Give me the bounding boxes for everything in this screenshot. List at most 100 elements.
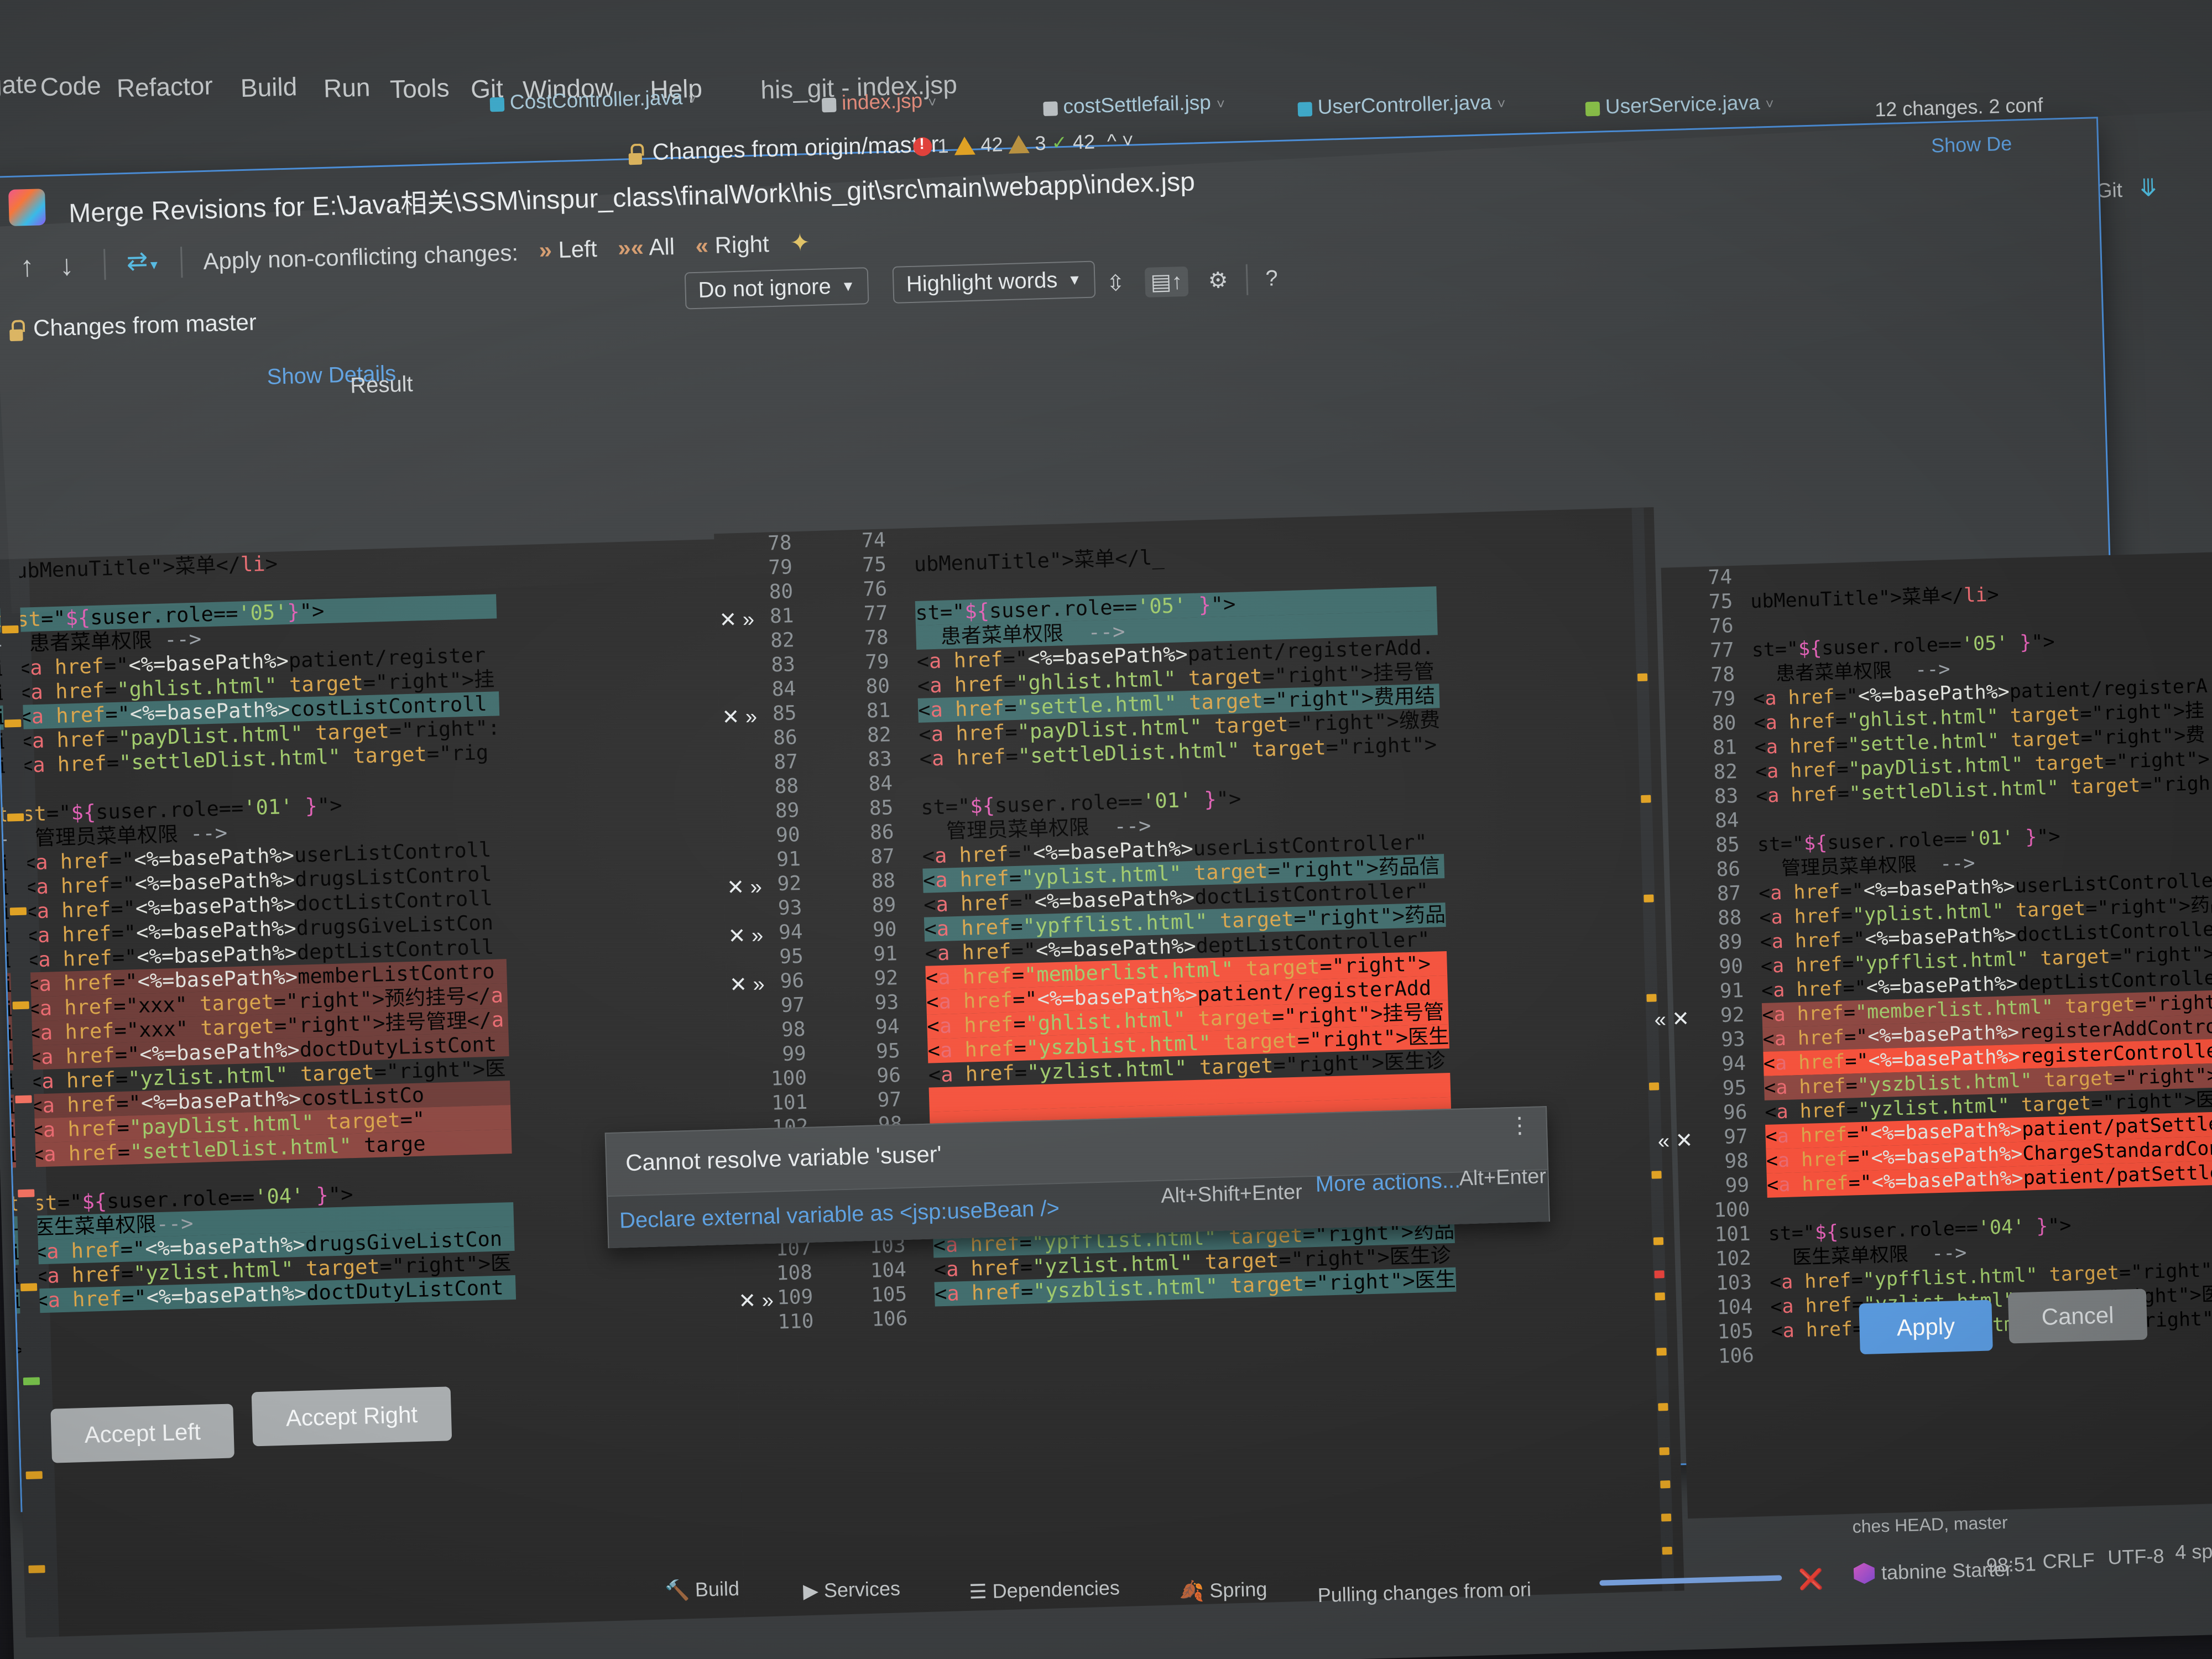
status-line-separator[interactable]: CRLF bbox=[2042, 1548, 2095, 1573]
marker-stripe[interactable] bbox=[25, 1471, 43, 1480]
line-number: 88 bbox=[871, 869, 896, 893]
chevron-down-icon[interactable]: ▼ bbox=[1067, 271, 1082, 289]
status-indent[interactable]: 4 spaces bbox=[2175, 1538, 2212, 1564]
chevron-down-icon[interactable]: ˅ bbox=[688, 91, 697, 107]
marker-stripe[interactable] bbox=[9, 907, 27, 916]
editor-settings-icon[interactable]: ▤↑ bbox=[1144, 266, 1189, 298]
jsp-file-icon bbox=[1043, 101, 1058, 117]
accept-change-marker[interactable]: ✕ » bbox=[728, 923, 764, 949]
declare-external-variable-action[interactable]: Declare external variable as <jsp:useBea… bbox=[619, 1196, 1060, 1233]
marker-stripe[interactable] bbox=[23, 1377, 40, 1386]
marker-warning[interactable] bbox=[1658, 1403, 1668, 1411]
marker-error[interactable] bbox=[1654, 1270, 1665, 1279]
right-line-numbers: 74 75 76 77 78 79 80 81 82 83 84 85 86 87 88 89 90 91 92 93… bbox=[1666, 566, 1755, 1370]
apply-button[interactable]: Apply bbox=[1859, 1300, 1993, 1355]
gear-icon[interactable]: ⚙ bbox=[1208, 268, 1228, 294]
accept-change-marker-right[interactable]: « ✕ bbox=[1654, 1006, 1690, 1032]
git-update-icon[interactable]: ⤋ bbox=[2138, 174, 2159, 202]
collapse-unchanged-icon[interactable]: ⇳ bbox=[1106, 270, 1125, 296]
status-build[interactable]: 🔨 Build bbox=[665, 1577, 740, 1603]
result-diff-pane[interactable]: 78 79 80 81 82 83 84 85 86 87 88 89 90 91 92 93 94 95 96 97… bbox=[714, 507, 1684, 1618]
marker-warning[interactable] bbox=[1648, 1082, 1660, 1091]
status-encoding[interactable]: UTF-8 bbox=[2107, 1545, 2164, 1569]
marker-stripe[interactable] bbox=[12, 1001, 29, 1010]
menu-item-run[interactable]: Run bbox=[323, 72, 371, 103]
right-diff-pane[interactable]: 74 75 76 77 78 79 80 81 82 83 84 85 86 87 88 89 90 91 92 93… bbox=[1661, 549, 2212, 1519]
show-details-right-link[interactable]: Show De bbox=[1931, 132, 2012, 158]
accept-change-marker[interactable]: ✕ » bbox=[719, 607, 755, 633]
apply-left-button[interactable]: » Left bbox=[539, 236, 597, 263]
accept-change-marker-right[interactable]: « ✕ bbox=[1657, 1128, 1693, 1154]
marker-stripe[interactable] bbox=[20, 1283, 38, 1292]
left-diff-pane[interactable]: "subMenuTitle">菜单</li> test="${suser.rol… bbox=[0, 539, 745, 1638]
chevron-down-icon[interactable]: ˅ bbox=[1765, 96, 1774, 112]
marker-warning[interactable] bbox=[1653, 1237, 1664, 1245]
accept-change-marker[interactable]: ✕ » bbox=[729, 972, 765, 998]
marker-warning[interactable] bbox=[1655, 1292, 1665, 1301]
accept-left-button[interactable]: Accept Left bbox=[50, 1404, 235, 1463]
apply-all-nonconflicting-icon[interactable]: ⇄▼ bbox=[126, 246, 160, 275]
other-count: 42 bbox=[1072, 130, 1095, 154]
right-code-area[interactable]: ubMenuTitle">菜单</li> st="${suser.role=='… bbox=[1749, 552, 2212, 1368]
marker-warning[interactable] bbox=[1646, 994, 1657, 1002]
apply-all-button[interactable]: »« All bbox=[618, 233, 675, 261]
editor-tab-usercontroller[interactable]: UserController.java ˅ bbox=[1297, 90, 1506, 119]
line-number: 98 bbox=[1724, 1149, 1749, 1173]
marker-stripe[interactable] bbox=[15, 1095, 32, 1104]
line-number: 101 bbox=[771, 1091, 808, 1115]
marker-warning[interactable] bbox=[1644, 894, 1654, 902]
status-progress-text: Pulling changes from ori bbox=[1317, 1578, 1532, 1607]
line-number: 95 bbox=[779, 945, 804, 969]
more-options-icon[interactable]: ⋮ bbox=[1508, 1113, 1531, 1138]
accept-change-marker[interactable]: ✕ » bbox=[722, 704, 758, 730]
marker-stripe[interactable] bbox=[4, 719, 22, 728]
more-actions-link[interactable]: More actions... bbox=[1315, 1168, 1460, 1197]
editor-tab-userservice[interactable]: UserService.java ˅ bbox=[1585, 91, 1774, 119]
chevron-down-icon[interactable]: ˅ bbox=[1497, 95, 1506, 112]
marker-warning[interactable] bbox=[1660, 1480, 1671, 1489]
status-services[interactable]: ▶ Services bbox=[803, 1577, 901, 1603]
ide-screen: vigate Code Refactor Build Run Tools Git… bbox=[0, 0, 2212, 1659]
apply-right-button[interactable]: « Right bbox=[695, 231, 769, 259]
chevron-down-icon[interactable]: ▼ bbox=[841, 278, 855, 295]
accept-change-marker[interactable]: ✕ » bbox=[738, 1288, 774, 1314]
marker-stripe[interactable] bbox=[18, 1189, 35, 1198]
line-number: 110 bbox=[777, 1310, 815, 1334]
editor-tab-costsettlefail[interactable]: costSettlefail.jsp ˅ bbox=[1043, 91, 1225, 119]
accept-change-marker[interactable]: ✕ » bbox=[727, 874, 763, 900]
next-problem-icon[interactable]: ˅ bbox=[1121, 129, 1134, 153]
magic-resolve-icon[interactable]: ✦ bbox=[790, 229, 811, 257]
status-spring[interactable]: 🍂 Spring bbox=[1179, 1578, 1267, 1603]
cancel-button[interactable]: Cancel bbox=[2007, 1288, 2148, 1344]
marker-warning[interactable] bbox=[1656, 1348, 1667, 1356]
left-code-area[interactable]: "subMenuTitle">菜单</li> test="${suser.rol… bbox=[0, 545, 518, 1362]
status-caret-position[interactable]: 98:51 bbox=[1986, 1552, 2036, 1577]
status-dependencies[interactable]: ☰ Dependencies bbox=[969, 1576, 1120, 1604]
next-difference-icon[interactable]: ↓ bbox=[50, 248, 84, 283]
menu-item-code[interactable]: Code bbox=[40, 70, 101, 102]
marker-warning[interactable] bbox=[1641, 795, 1651, 803]
line-number: 96 bbox=[877, 1064, 901, 1088]
help-icon[interactable]: ? bbox=[1265, 266, 1279, 291]
marker-warning[interactable] bbox=[1651, 1171, 1662, 1179]
highlight-mode-select[interactable]: Highlight words ▼ bbox=[892, 260, 1095, 304]
line-number: 88 bbox=[1717, 906, 1743, 930]
previous-difference-icon[interactable]: ↑ bbox=[10, 249, 44, 284]
marker-warning[interactable] bbox=[1659, 1447, 1670, 1455]
marker-warning[interactable] bbox=[1637, 673, 1648, 682]
line-number: 105 bbox=[1717, 1319, 1754, 1344]
cancel-progress-icon[interactable]: ❌ bbox=[1798, 1567, 1824, 1591]
chevron-down-icon[interactable]: ˅ bbox=[928, 94, 937, 111]
editor-tab-index-jsp[interactable]: index.jsp ˅ bbox=[821, 89, 937, 116]
menu-item-tools[interactable]: Tools bbox=[389, 72, 450, 104]
accept-right-button[interactable]: Accept Right bbox=[251, 1386, 452, 1447]
menu-item-build[interactable]: Build bbox=[240, 71, 298, 103]
marker-stripe[interactable] bbox=[2, 625, 19, 634]
prev-problem-icon[interactable]: ^ bbox=[1107, 129, 1117, 153]
menu-item-refactor[interactable]: Refactor bbox=[116, 71, 213, 103]
chevron-down-icon[interactable]: ˅ bbox=[1216, 96, 1225, 112]
marker-stripe[interactable] bbox=[7, 813, 24, 822]
ignore-policy-select[interactable]: Do not ignore ▼ bbox=[684, 267, 869, 310]
editor-tab-costcontroller[interactable]: CostController.java ˅ bbox=[489, 86, 697, 115]
line-number: 80 bbox=[1712, 712, 1737, 735]
